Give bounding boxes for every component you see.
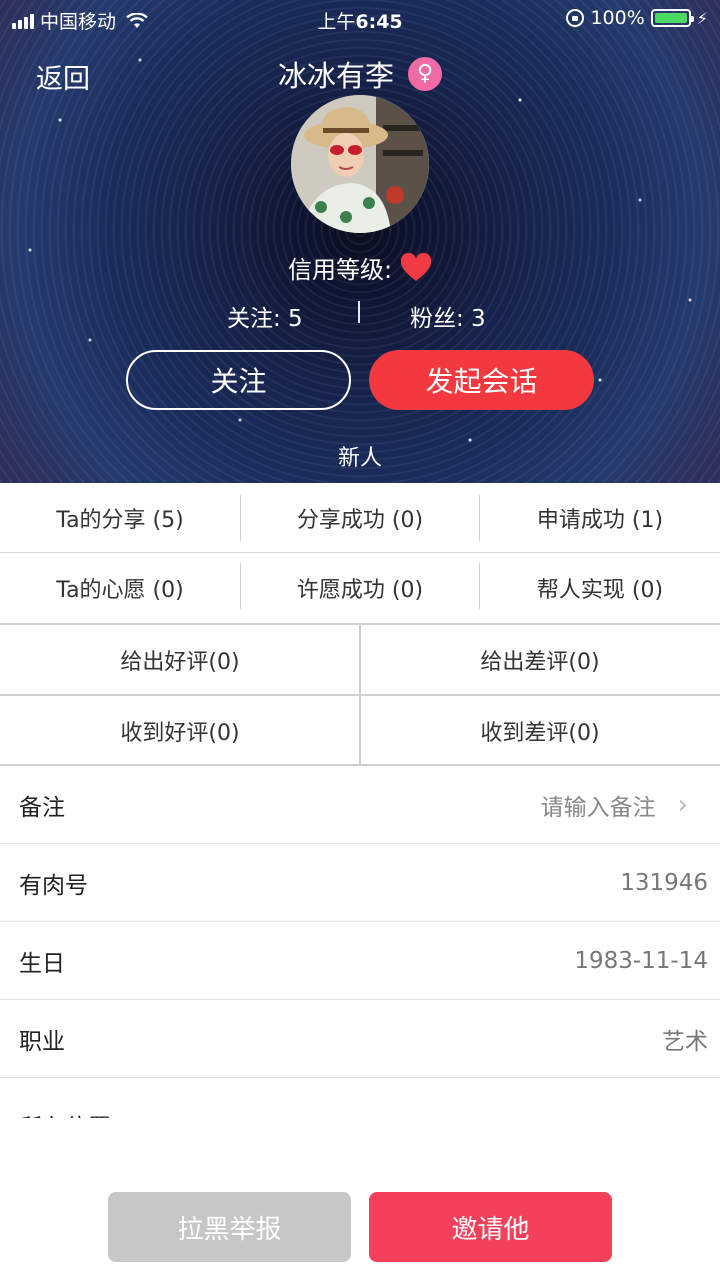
id-value: 131946 [620,869,708,896]
divider [479,563,480,609]
orientation-lock-icon [566,9,585,27]
credit-label: 信用等级: [287,256,393,284]
birthday-value: 1983-11-14 [574,947,708,974]
start-chat-button[interactable]: 发起会话 [369,350,594,410]
credit-level: 信用等级: [0,250,720,285]
heart-icon [400,252,432,281]
activity-grid: Ta的分享 (5) 分享成功 (0) 申请成功 (1) Ta的心愿 (0) 许愿… [0,483,720,623]
nav-title: 冰冰有李 ♀ [0,53,720,95]
page-title: 冰冰有李 [277,59,394,93]
following-count[interactable]: 关注: 5 [227,299,303,333]
job-label: 职业 [19,1028,65,1055]
battery-icon [650,9,694,27]
given-bad-review-cell[interactable]: 给出差评(0) [360,625,720,695]
received-good-review-cell[interactable]: 收到好评(0) [0,696,360,766]
note-placeholder: 请输入备注 [540,794,656,821]
wish-success-cell[interactable]: 许愿成功 (0) [240,553,480,623]
block-report-button[interactable]: 拉黑举报 [108,1192,351,1262]
id-label: 有肉号 [19,872,88,899]
avatar[interactable] [291,95,429,233]
id-row: 有肉号 131946 [0,844,720,922]
divider [240,563,241,609]
my-wishes-cell[interactable]: Ta的心愿 (0) [0,553,240,623]
divider [359,625,361,764]
given-good-review-cell[interactable]: 给出好评(0) [0,625,360,695]
birthday-row: 生日 1983-11-14 [0,922,720,1000]
birthday-label: 生日 [19,950,65,977]
stats-divider [358,301,360,323]
help-others-cell[interactable]: 帮人实现 (0) [480,553,720,623]
divider [479,495,480,541]
invite-button[interactable]: 邀请他 [369,1192,612,1262]
follow-button[interactable]: 关注 [126,350,351,410]
job-value: 艺术 [662,1028,708,1055]
note-row[interactable]: 备注 请输入备注 › [0,766,720,844]
job-row: 职业 艺术 [0,1000,720,1078]
divider [0,552,720,553]
chevron-right-icon: › [677,789,688,820]
review-grid: 给出好评(0) 给出差评(0) 收到好评(0) 收到差评(0) [0,623,720,766]
female-icon: ♀ [408,57,442,91]
received-bad-review-cell[interactable]: 收到差评(0) [360,696,720,766]
fans-count[interactable]: 粉丝: 3 [410,299,486,333]
share-success-cell[interactable]: 分享成功 (0) [240,483,480,553]
battery-percent: 100% [590,7,645,29]
divider [240,495,241,541]
user-tag: 新人 [337,446,382,471]
status-bar: 中国移动 上午6:45 100% ⚡ [0,0,720,38]
charging-icon: ⚡ [696,8,708,28]
info-list: 备注 请输入备注 › 有肉号 131946 生日 1983-11-14 职业 艺… [0,766,720,1130]
note-label: 备注 [19,794,65,821]
apply-success-cell[interactable]: 申请成功 (1) [480,483,720,553]
my-shares-cell[interactable]: Ta的分享 (5) [0,483,240,553]
